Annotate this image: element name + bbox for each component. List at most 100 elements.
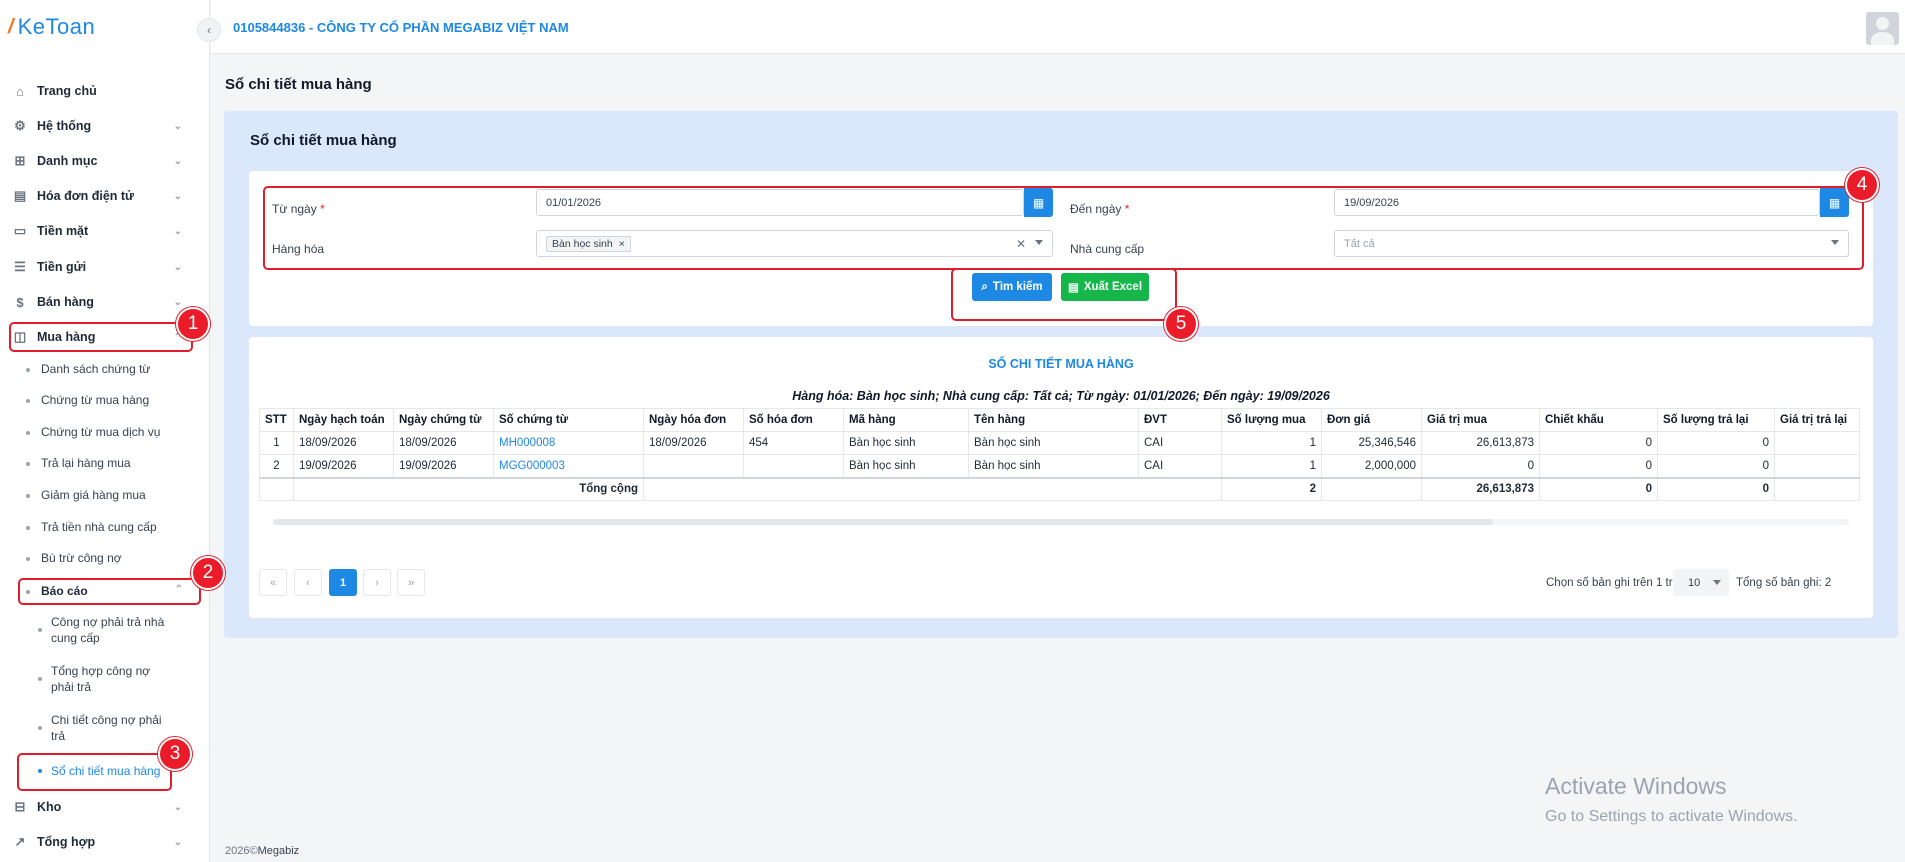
table-header-row: STT Ngày hạch toán Ngày chứng từ Số chứn… xyxy=(259,408,1860,432)
table-row: 1 18/09/2026 18/09/2026 MH000008 18/09/2… xyxy=(259,431,1860,455)
page-size-value: 10 xyxy=(1688,576,1701,589)
voucher-link[interactable]: MGG000003 xyxy=(493,454,644,478)
page-size-select[interactable]: 10 xyxy=(1673,569,1729,596)
sidebar-item-tien-gui[interactable]: ☰ Tiền gửi ⌄ xyxy=(12,256,182,278)
sidebar-item-label: Tiền mặt xyxy=(37,224,89,238)
column-header: Số lượng trả lại xyxy=(1657,408,1775,432)
chevron-down-icon: ⌄ xyxy=(173,190,182,202)
submenu-tra-lai-hang-mua[interactable]: Trả lại hàng mua xyxy=(26,456,196,470)
total-return-qty: 0 xyxy=(1657,477,1775,501)
home-icon: ⌂ xyxy=(16,83,24,99)
sidebar-item-trang-chu[interactable]: ⌂ Trang chủ xyxy=(12,80,182,102)
submenu-chung-tu-mua-hang[interactable]: Chứng từ mua hàng xyxy=(26,393,196,407)
submenu-chung-tu-mua-dich-vu[interactable]: Chứng từ mua dịch vụ xyxy=(26,425,196,439)
horizontal-scrollbar[interactable] xyxy=(263,519,1859,525)
cell-unit-price: 2,000,000 xyxy=(1321,454,1422,478)
page-button-current[interactable]: 1 xyxy=(329,569,357,596)
cell-return-qty: 0 xyxy=(1657,431,1775,455)
sidebar-item-hoa-don-dien-tu[interactable]: ▤ Hóa đơn điện tử ⌄ xyxy=(12,185,182,207)
report-tong-hop-cong-no[interactable]: Tổng hợp công nợ phải trả xyxy=(38,663,173,695)
next-page-button[interactable]: › xyxy=(363,569,391,596)
report-label: Tổng hợp công nợ phải trả xyxy=(51,664,151,694)
chevron-down-icon: ⌄ xyxy=(173,261,182,273)
submenu-label: Giảm giá hàng mua xyxy=(41,488,146,502)
double-chevron-left-icon: « xyxy=(269,576,277,589)
cell-qty: 1 xyxy=(1221,431,1322,455)
column-header: Giá trị mua xyxy=(1421,408,1540,432)
annotation-badge-5: 5 xyxy=(1164,307,1198,341)
cell-empty xyxy=(259,477,294,501)
column-header: Giá trị trả lại xyxy=(1774,408,1860,432)
page-title: Sổ chi tiết mua hàng xyxy=(225,76,372,93)
sidebar-item-ban-hang[interactable]: $ Bán hàng ⌄ xyxy=(12,291,182,313)
chevron-down-icon: ⌄ xyxy=(173,296,182,308)
top-header: 0105844836 - CÔNG TY CỔ PHẦN MEGABIZ VIỆ… xyxy=(211,0,1905,54)
last-page-button[interactable]: » xyxy=(397,569,425,596)
highlight-box-2 xyxy=(18,578,201,605)
warehouse-icon: ⊟ xyxy=(14,799,26,814)
bullet-icon xyxy=(26,431,30,435)
table-row: 2 19/09/2026 19/09/2026 MGG000003 Bàn họ… xyxy=(259,454,1860,478)
column-header: ĐVT xyxy=(1138,408,1222,432)
footer-year: 2026© xyxy=(225,845,258,857)
cell-invoice-date xyxy=(643,454,744,478)
sidebar-item-label: Bán hàng xyxy=(37,295,94,309)
total-value: 26,613,873 xyxy=(1421,477,1540,501)
cash-icon: ▭ xyxy=(13,223,27,238)
logo[interactable]: / KeToan xyxy=(8,14,95,40)
cell-invoice-no: 454 xyxy=(743,431,844,455)
voucher-link[interactable]: MH000008 xyxy=(493,431,644,455)
chevron-down-icon: ⌄ xyxy=(173,155,182,167)
company-name: 0105844836 - CÔNG TY CỔ PHẦN MEGABIZ VIỆ… xyxy=(233,20,569,35)
sidebar-item-label: Hóa đơn điện tử xyxy=(37,189,135,203)
total-label: Tổng cộng xyxy=(293,477,644,501)
bullet-icon xyxy=(26,368,30,372)
total-records-value: 2 xyxy=(1824,577,1832,589)
footer-brand: Megabiz xyxy=(257,845,300,857)
chevron-left-icon: ‹ xyxy=(306,576,310,589)
column-header: Đơn giá xyxy=(1321,408,1422,432)
chevron-down-icon: ⌄ xyxy=(173,225,182,237)
column-header: Chiết khấu xyxy=(1539,408,1658,432)
cell-item-code: Bàn học sinh xyxy=(843,454,969,478)
submenu-danh-sach-chung-tu[interactable]: Danh sách chứng từ xyxy=(26,362,196,376)
submenu-bu-tru-cong-no[interactable]: Bù trừ công nợ xyxy=(26,551,196,565)
chevron-down-icon: ⌄ xyxy=(173,836,182,848)
sale-icon: $ xyxy=(16,294,24,310)
cell-posting-date: 18/09/2026 xyxy=(293,431,394,455)
cell-item-name: Bàn học sinh xyxy=(968,431,1139,455)
report-panel: SỔ CHI TIẾT MUA HÀNG Hàng hóa: Bàn học s… xyxy=(249,337,1873,618)
sidebar-item-label: Trang chủ xyxy=(37,84,97,98)
submenu-label: Chứng từ mua hàng xyxy=(41,393,150,407)
report-chi-tiet-cong-no[interactable]: Chi tiết công nợ phải trả xyxy=(38,712,173,744)
avatar[interactable] xyxy=(1866,12,1899,45)
sidebar-item-he-thong[interactable]: ⚙ Hệ thống ⌄ xyxy=(12,115,182,137)
watermark-title: Activate Windows xyxy=(1545,773,1727,799)
sidebar-item-label: Tổng hợp xyxy=(37,835,96,849)
sidebar-item-danh-muc[interactable]: ⊞ Danh mục ⌄ xyxy=(12,150,182,172)
cell-empty xyxy=(1774,477,1860,501)
cell-stt: 2 xyxy=(259,454,294,478)
sidebar-item-label: Danh mục xyxy=(37,154,98,168)
cell-empty xyxy=(643,477,1222,501)
sidebar-item-tong-hop[interactable]: ↗ Tổng hợp ⌄ xyxy=(12,831,182,853)
cell-item-code: Bàn học sinh xyxy=(843,431,969,455)
cell-unit: CAI xyxy=(1138,431,1222,455)
scrollbar-thumb[interactable] xyxy=(273,519,1493,525)
sidebar-item-kho[interactable]: ⊟ Kho ⌄ xyxy=(12,796,182,818)
first-page-button[interactable]: « xyxy=(259,569,287,596)
double-chevron-right-icon: » xyxy=(407,576,415,589)
highlight-box-3 xyxy=(17,753,172,791)
highlight-box-1 xyxy=(9,322,193,352)
sidebar-item-tien-mat[interactable]: ▭ Tiền mặt ⌄ xyxy=(12,220,182,242)
prev-page-button[interactable]: ‹ xyxy=(294,569,322,596)
cell-empty xyxy=(1321,477,1422,501)
submenu-giam-gia-hang-mua[interactable]: Giảm giá hàng mua xyxy=(26,488,196,502)
submenu-tra-tien-nha-cung-cap[interactable]: Trả tiền nhà cung cấp xyxy=(26,520,196,534)
total-records: Tổng số bản ghi: 2 xyxy=(1736,577,1831,589)
chart-icon: ↗ xyxy=(14,834,26,849)
total-records-label: Tổng số bản ghi: xyxy=(1736,577,1822,589)
cell-invoice-no xyxy=(743,454,844,478)
report-cong-no-phai-tra-ncc[interactable]: Công nợ phải trả nhà cung cấp xyxy=(38,614,173,646)
sidebar-collapse-button[interactable]: ‹ xyxy=(197,18,221,42)
